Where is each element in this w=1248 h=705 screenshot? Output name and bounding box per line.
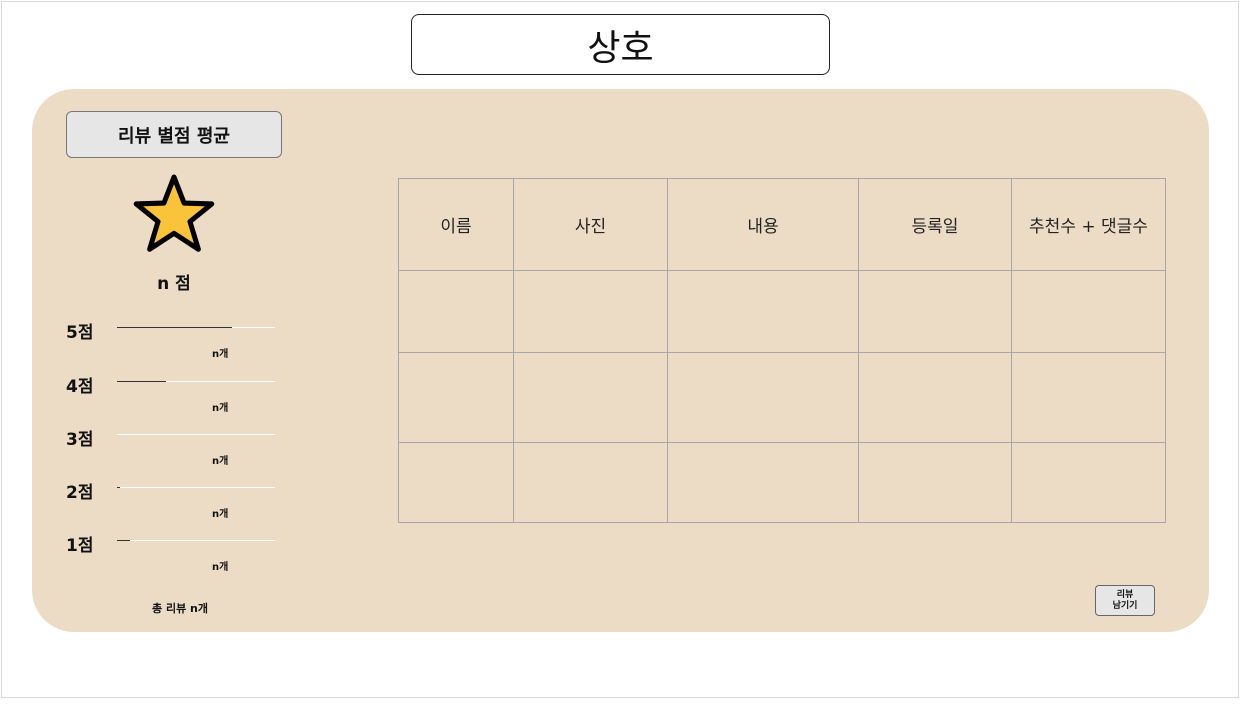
table-cell: [513, 442, 668, 523]
rating-bar-fill: [117, 327, 233, 328]
table-cell: [667, 442, 859, 523]
rating-count: n개: [212, 509, 229, 520]
rating-bar: [117, 327, 275, 328]
star-icon: [133, 174, 215, 252]
total-review-count: 총 리뷰 n개: [152, 602, 208, 615]
store-name-title: 상호: [411, 14, 830, 75]
column-header-name: 이름: [398, 178, 514, 271]
rating-label: 4점: [66, 377, 94, 397]
column-header-likes-comments: 추천수 + 댓글수: [1011, 178, 1166, 271]
column-header-photo: 사진: [513, 178, 668, 271]
column-header-content: 내용: [667, 178, 859, 271]
table-cell: [858, 352, 1012, 443]
rating-row-2: 2점 n개: [66, 478, 286, 520]
table-cell: [1011, 270, 1166, 353]
table-row[interactable]: [398, 442, 1166, 523]
rating-count: n개: [212, 562, 229, 573]
rating-bar: [117, 381, 275, 382]
rating-label: 3점: [66, 430, 94, 450]
table-cell: [398, 352, 514, 443]
rating-count: n개: [212, 403, 229, 414]
rating-row-4: 4점 n개: [66, 372, 286, 414]
table-cell: [858, 442, 1012, 523]
rating-bar-fill: [117, 381, 166, 382]
table-cell: [667, 270, 859, 353]
rating-bar: [117, 540, 275, 541]
rating-bar-fill: [117, 540, 130, 541]
rating-row-3: 3점 n개: [66, 425, 286, 467]
table-cell: [1011, 352, 1166, 443]
rating-label: 1점: [66, 536, 94, 556]
rating-row-5: 5점 n개: [66, 318, 286, 360]
rating-row-1: 1점 n개: [66, 531, 286, 573]
review-table: 이름 사진 내용 등록일 추천수 + 댓글수: [398, 178, 1166, 523]
rating-count: n개: [212, 456, 229, 467]
table-header-row: 이름 사진 내용 등록일 추천수 + 댓글수: [398, 178, 1166, 271]
rating-bar-fill: [117, 487, 121, 488]
average-score: n 점: [157, 274, 191, 294]
table-cell: [1011, 442, 1166, 523]
table-cell: [513, 270, 668, 353]
table-cell: [398, 270, 514, 353]
table-row[interactable]: [398, 270, 1166, 353]
rating-count: n개: [212, 349, 229, 360]
table-cell: [667, 352, 859, 443]
rating-average-label: 리뷰 별점 평균: [66, 111, 282, 158]
table-row[interactable]: [398, 352, 1166, 443]
rating-bar: [117, 434, 275, 435]
column-header-date: 등록일: [858, 178, 1012, 271]
review-panel: 리뷰 별점 평균 n 점 5점 n개 4점 n개 3점 n개 2점 n개 1점 …: [32, 89, 1209, 632]
rating-label: 5점: [66, 323, 94, 343]
table-cell: [398, 442, 514, 523]
rating-label: 2점: [66, 483, 94, 503]
rating-bar: [117, 487, 275, 488]
write-review-button[interactable]: 리뷰 남기기: [1095, 585, 1155, 616]
table-cell: [513, 352, 668, 443]
table-cell: [858, 270, 1012, 353]
